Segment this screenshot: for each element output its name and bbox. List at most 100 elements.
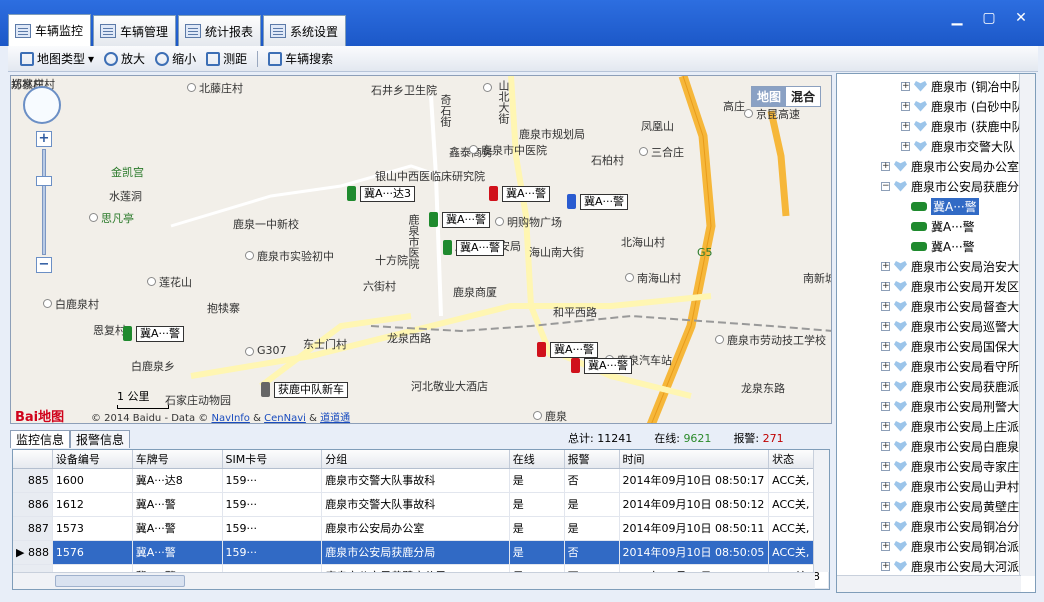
column-header[interactable]: 车牌号 (133, 450, 223, 468)
close-icon[interactable]: ✕ (1012, 10, 1030, 26)
tree-node[interactable]: + 鹿泉市公安局山尹村派出所 (881, 476, 1035, 496)
poi-marker-icon[interactable] (147, 277, 156, 286)
table-vertical-scrollbar[interactable] (813, 450, 829, 572)
expand-icon[interactable]: + (881, 521, 890, 531)
expand-icon[interactable]: + (881, 361, 890, 371)
expand-icon[interactable]: + (881, 541, 890, 551)
table-row[interactable]: 886 1612 冀A···警 159··· 鹿泉市交警大队事故科是是 2014年09月1… (13, 493, 829, 517)
poi-marker-icon[interactable] (483, 83, 492, 92)
collapse-icon[interactable]: − (881, 181, 890, 191)
poi-marker-icon[interactable] (187, 83, 196, 92)
vehicle-marker-icon[interactable] (123, 326, 132, 341)
tree-node[interactable]: + 鹿泉市公安局白鹿泉派出所 (881, 436, 1035, 456)
tree-node[interactable]: + 鹿泉市交警大队 (901, 136, 1015, 156)
tree-node[interactable]: + 鹿泉市公安局开发区分局 (881, 276, 1035, 296)
navinfo-link[interactable]: NavInfo (211, 413, 249, 423)
expand-icon[interactable]: + (901, 121, 910, 131)
poi-marker-icon[interactable] (625, 273, 634, 282)
column-header[interactable]: 分组 (322, 450, 510, 468)
expand-icon[interactable]: + (881, 481, 890, 491)
expand-icon[interactable]: + (881, 461, 890, 471)
poi-marker-icon[interactable] (469, 145, 478, 154)
tree-node[interactable]: + 鹿泉市公安局获鹿派出所 (881, 376, 1035, 396)
map-zoom-out-icon[interactable]: − (36, 257, 52, 273)
expand-icon[interactable]: + (881, 161, 890, 171)
tree-node[interactable]: + 鹿泉市 (获鹿中队) (901, 116, 1028, 136)
tab-alarm-info[interactable]: 报警信息 (70, 430, 131, 448)
tree-node[interactable]: + 鹿泉市公安局上庄派出所 (881, 416, 1035, 436)
tab-reports[interactable]: 统计报表 (178, 15, 262, 46)
expand-icon[interactable]: + (881, 301, 890, 311)
vehicle-plate-label[interactable]: 获鹿中队新车 (274, 382, 348, 398)
poi-marker-icon[interactable] (43, 299, 52, 308)
tree-node[interactable]: + 鹿泉市公安局督查大队 (881, 296, 1031, 316)
vehicle-plate-label[interactable]: 冀A···警 (442, 212, 491, 228)
expand-icon[interactable]: + (881, 501, 890, 511)
expand-icon[interactable]: + (881, 321, 890, 331)
table-row[interactable]: 885 1600 冀A···达8 159··· 鹿泉市交警大队事故科是否 2014年09月… (13, 469, 829, 493)
tree-node[interactable]: + 鹿泉市公安局巡警大队 (881, 316, 1031, 336)
expand-icon[interactable]: + (881, 441, 890, 451)
vehicle-marker-icon[interactable] (567, 194, 576, 209)
expand-icon[interactable]: + (901, 81, 910, 91)
tab-settings[interactable]: 系统设置 (263, 15, 347, 46)
scroll-thumb[interactable] (55, 575, 185, 587)
expand-icon[interactable]: + (881, 261, 890, 271)
minimize-icon[interactable]: ▁ (948, 10, 966, 26)
vehicle-plate-label[interactable]: 冀A···警 (502, 186, 551, 202)
tree-node[interactable]: + 鹿泉市公安局铜冶分局 (881, 516, 1031, 536)
tree-node[interactable]: + 鹿泉市公安局看守所 (881, 356, 1019, 376)
vehicle-marker-icon[interactable] (347, 186, 356, 201)
column-header[interactable]: 报警 (565, 450, 620, 468)
tree-vertical-scrollbar[interactable] (1019, 74, 1035, 576)
expand-icon[interactable]: + (901, 141, 910, 151)
poi-marker-icon[interactable] (495, 217, 504, 226)
zoom-thumb[interactable] (36, 176, 52, 186)
map-type-normal[interactable]: 地图 (751, 87, 786, 106)
map-type-hybrid[interactable]: 混合 (785, 87, 820, 106)
expand-icon[interactable]: + (881, 281, 890, 291)
poi-marker-icon[interactable] (639, 147, 648, 156)
column-header[interactable]: 时间 (620, 450, 770, 468)
table-row[interactable]: 887 1573 冀A···警 159··· 鹿泉市公安局办公室是是 2014年09月10… (13, 517, 829, 541)
map-zoom-in-icon[interactable]: + (36, 131, 52, 147)
expand-icon[interactable]: + (901, 101, 910, 111)
zoom-out-button[interactable]: 缩小 (153, 49, 198, 68)
map-zoom-slider[interactable]: + − (36, 131, 52, 273)
vehicle-marker-icon[interactable] (443, 240, 452, 255)
tree-node[interactable]: + 鹿泉市公安局大河派出所 (881, 556, 1035, 576)
maximize-icon[interactable]: ▢ (980, 10, 998, 26)
vehicle-plate-label[interactable]: 冀A···警 (550, 342, 599, 358)
map-type-button[interactable]: 地图类型 ▾ (18, 49, 96, 68)
tree-node[interactable]: + 鹿泉市公安局国保大队 (881, 336, 1031, 356)
expand-icon[interactable]: + (881, 401, 890, 411)
table-horizontal-scrollbar[interactable] (13, 572, 815, 589)
column-header[interactable]: SIM卡号 (223, 450, 323, 468)
tree-node[interactable]: + 鹿泉市公安局刑警大队 (881, 396, 1031, 416)
tree-node[interactable]: + 鹿泉市公安局黄壁庄分局 (881, 496, 1035, 516)
vehicle-marker-icon[interactable] (571, 358, 580, 373)
vehicle-plate-label[interactable]: 冀A···警 (136, 326, 185, 342)
tree-node[interactable]: 冀A···警 (911, 216, 975, 236)
poi-marker-icon[interactable] (715, 335, 724, 344)
tab-monitor-info[interactable]: 监控信息 (10, 430, 71, 448)
vehicle-plate-label[interactable]: 冀A···警 (580, 194, 629, 210)
tab-vehicle-manage[interactable]: 车辆管理 (93, 15, 177, 46)
tree-horizontal-scrollbar[interactable] (837, 575, 1021, 592)
vehicle-plate-label[interactable]: 冀A···达3 (360, 186, 416, 202)
column-header[interactable]: 设备编号 (53, 450, 133, 468)
expand-icon[interactable]: + (881, 341, 890, 351)
measure-button[interactable]: 测距 (204, 49, 249, 68)
table-row[interactable]: ▶ 888 1576 冀A···警 159··· 鹿泉市公安局获鹿分局是否 2014年09… (13, 541, 829, 565)
vehicle-search-button[interactable]: 车辆搜索 (266, 49, 335, 68)
poi-marker-icon[interactable] (245, 347, 254, 356)
tree-node[interactable]: + 鹿泉市公安局治安大队 (881, 256, 1031, 276)
expand-icon[interactable]: + (881, 381, 890, 391)
vehicle-marker-icon[interactable] (261, 382, 270, 397)
map-view[interactable]: 北藤庄村石井乡卫生院奇石街山北大街鹿泉市规划局凤凰山京昆高速高庄鑫泰商务三合庄金… (10, 75, 832, 424)
tree-node[interactable]: + 鹿泉市 (铜冶中队) (901, 76, 1028, 96)
cennavi-link[interactable]: CenNavi (264, 413, 306, 423)
zoom-in-button[interactable]: 放大 (102, 49, 147, 68)
column-header[interactable]: 在线 (510, 450, 565, 468)
tree-node[interactable]: + 鹿泉市公安局寺家庄派出所 (881, 456, 1035, 476)
